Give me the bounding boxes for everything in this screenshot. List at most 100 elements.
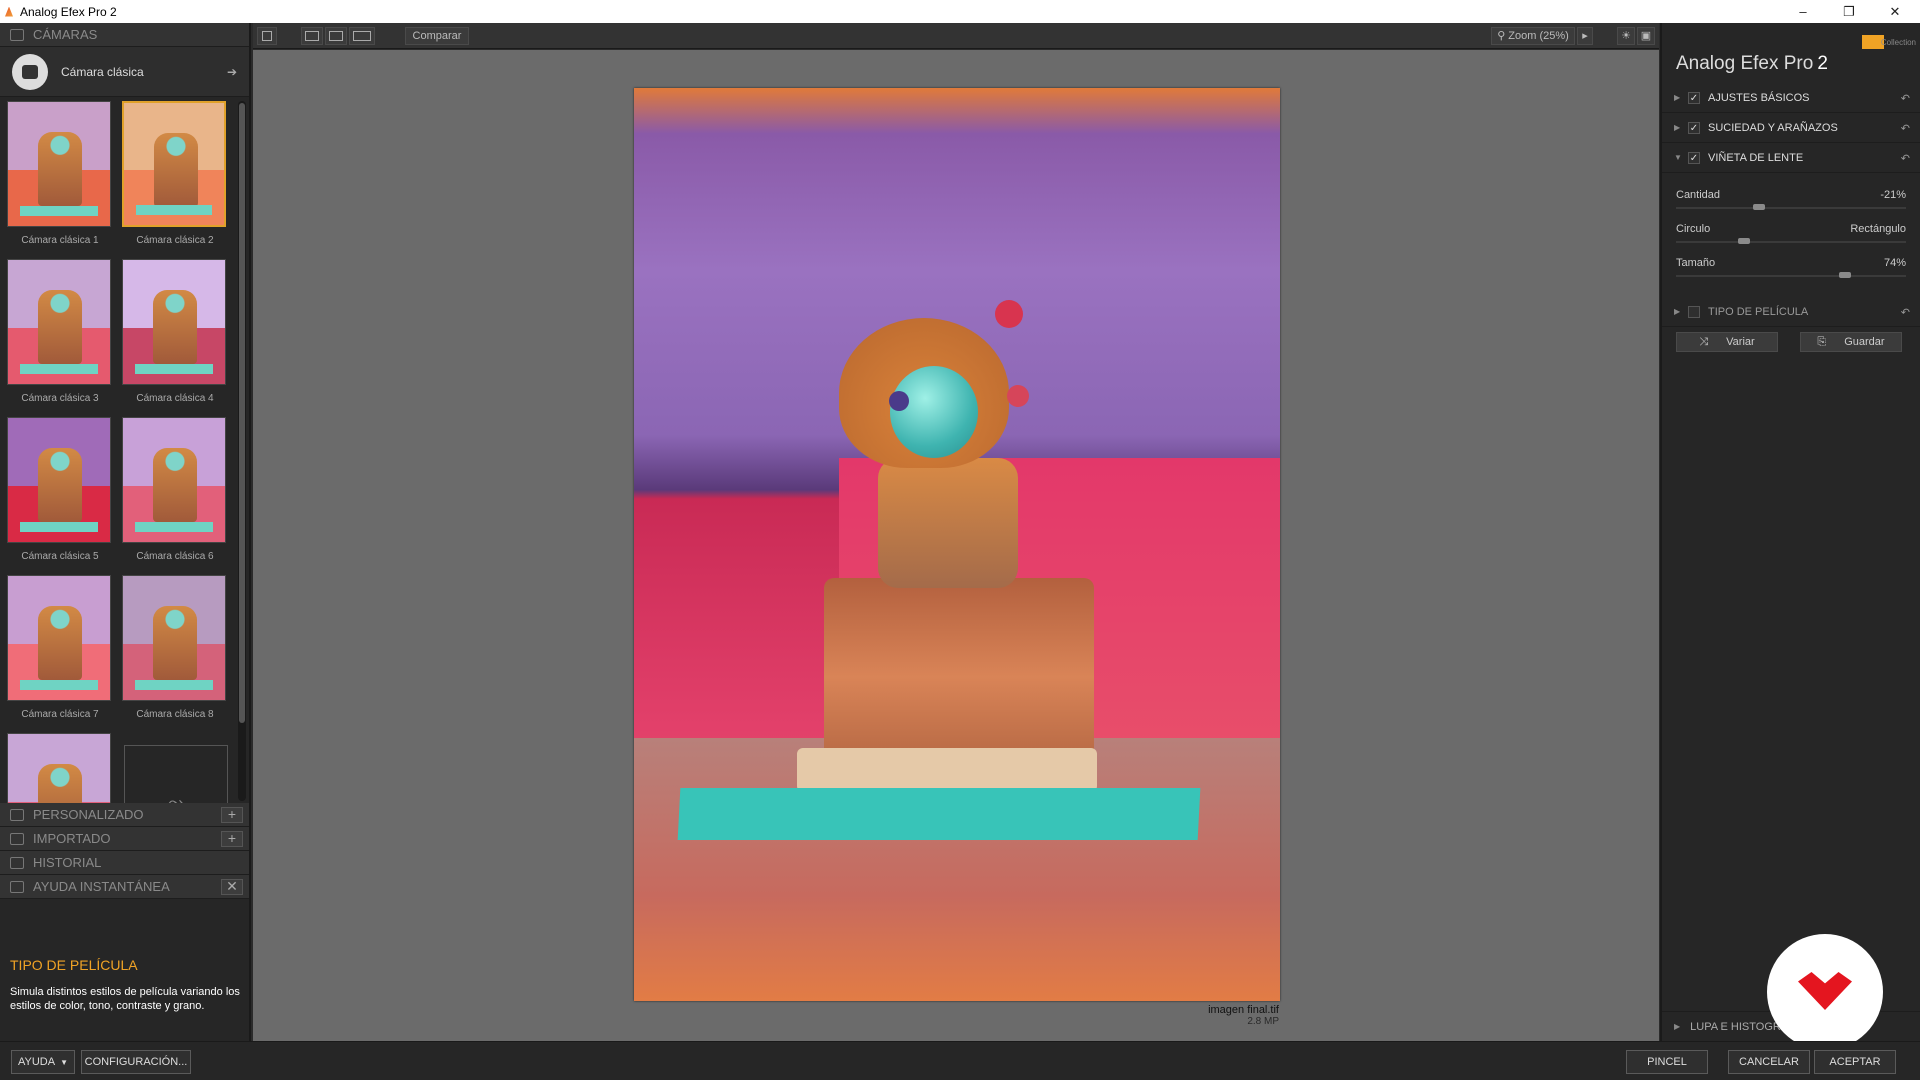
compare-button[interactable]: Comparar bbox=[405, 26, 469, 45]
preset-item[interactable]: Cámara clásica 7 bbox=[7, 575, 113, 720]
enable-checkbox[interactable]: ✓ bbox=[1688, 151, 1700, 164]
slider-value: 74% bbox=[1883, 257, 1906, 269]
slider-knob[interactable] bbox=[1838, 272, 1851, 278]
minimize-button[interactable]: – bbox=[1780, 0, 1826, 23]
zoom-arrow-icon[interactable]: ▸ bbox=[1577, 26, 1593, 45]
section-personalizado[interactable]: PERSONALIZADO + bbox=[0, 803, 249, 827]
expand-arrow-icon[interactable]: ▶ bbox=[1674, 307, 1684, 316]
single-view-button[interactable] bbox=[301, 26, 323, 45]
preset-thumbnail[interactable] bbox=[7, 101, 111, 227]
section-vineta[interactable]: ▼ ✓ VIÑETA DE LENTE ↶ bbox=[1662, 143, 1920, 173]
guardar-label: Guardar bbox=[1844, 336, 1885, 348]
aceptar-button[interactable]: ACEPTAR bbox=[1814, 1050, 1896, 1074]
section-ajustes-basicos[interactable]: ▶ ✓ AJUSTES BÁSICOS ↶ bbox=[1662, 83, 1920, 113]
file-size: 2.8 MP bbox=[1247, 1016, 1279, 1027]
reset-icon[interactable]: ↶ bbox=[1901, 92, 1910, 105]
section-label: TIPO DE PELÍCULA bbox=[1708, 305, 1809, 318]
slider-knob[interactable] bbox=[1737, 238, 1750, 244]
reset-icon[interactable]: ↶ bbox=[1901, 152, 1910, 165]
section-label: VIÑETA DE LENTE bbox=[1708, 151, 1804, 164]
watermark-logo bbox=[1767, 934, 1883, 1050]
preset-item[interactable]: Cámara clásica 5 bbox=[7, 417, 113, 562]
bottom-bar: AYUDA ▼ CONFIGURACIÓN... PINCEL CANCELAR… bbox=[0, 1041, 1920, 1080]
preset-thumbnail[interactable] bbox=[122, 101, 226, 227]
variar-button[interactable]: ⤨ Variar bbox=[1676, 332, 1778, 352]
add-importado-button[interactable]: + bbox=[221, 831, 243, 847]
pincel-button[interactable]: PINCEL bbox=[1626, 1050, 1708, 1074]
preset-thumbnail[interactable] bbox=[122, 259, 226, 385]
preset-item[interactable]: Cámara clásica 8 bbox=[122, 575, 228, 720]
reset-icon[interactable]: ↶ bbox=[1901, 306, 1910, 319]
preset-thumbnail[interactable] bbox=[7, 417, 111, 543]
cameras-header-label: CÁMARAS bbox=[33, 27, 98, 42]
section-historial[interactable]: HISTORIAL bbox=[0, 851, 249, 875]
background-toggle-icon[interactable]: ☀ bbox=[1617, 26, 1635, 45]
enable-checkbox[interactable] bbox=[1688, 305, 1700, 318]
section-ayuda[interactable]: AYUDA INSTANTÁNEA ✕ bbox=[0, 875, 249, 899]
camera-selector[interactable]: Cámara clásica ➔ bbox=[0, 47, 249, 97]
section-suciedad[interactable]: ▶ ✓ SUCIEDAD Y ARAÑAZOS ↶ bbox=[1662, 113, 1920, 143]
slider-label: Cantidad bbox=[1676, 189, 1721, 201]
save-icon: ⎘ bbox=[1817, 335, 1827, 348]
arrow-right-icon[interactable]: ➔ bbox=[227, 65, 237, 79]
section-label: SUCIEDAD Y ARAÑAZOS bbox=[1708, 121, 1838, 134]
panel-toggle-button[interactable] bbox=[257, 26, 277, 45]
cameras-header[interactable]: CÁMARAS bbox=[0, 23, 249, 47]
preset-item[interactable]: Cámara clásica 1 bbox=[7, 101, 113, 246]
maximize-button[interactable]: ❐ bbox=[1826, 0, 1872, 23]
fullscreen-icon[interactable]: ▣ bbox=[1637, 26, 1655, 45]
preset-item[interactable]: Cámara clásica 2 bbox=[122, 101, 228, 246]
reset-icon[interactable]: ↶ bbox=[1901, 122, 1910, 135]
slider-track[interactable] bbox=[1676, 207, 1906, 209]
guardar-button[interactable]: ⎘ Guardar bbox=[1800, 332, 1902, 352]
add-preset-slot[interactable]: ⤳ bbox=[124, 745, 228, 803]
section-tipo-pelicula[interactable]: ▶ TIPO DE PELÍCULA ↶ bbox=[1662, 297, 1920, 327]
section-importado[interactable]: IMPORTADO + bbox=[0, 827, 249, 851]
top-toolbar: Comparar ⚲ Zoom (25%) ▸ ☀ ▣ bbox=[253, 23, 1659, 49]
help-icon bbox=[10, 880, 24, 893]
preview-image[interactable] bbox=[634, 88, 1280, 1001]
preset-thumbnail[interactable] bbox=[7, 733, 111, 803]
dropdown-arrow-icon: ▼ bbox=[60, 1057, 68, 1067]
image-canvas[interactable]: imagen final.tif 2.8 MP bbox=[253, 50, 1659, 1041]
shuffle-icon: ⤨ bbox=[1699, 335, 1709, 348]
preset-item[interactable]: Cámara clásica 3 bbox=[7, 259, 113, 404]
preset-thumbnail[interactable] bbox=[122, 417, 226, 543]
camera-icon bbox=[10, 28, 24, 41]
help-title: TIPO DE PELÍCULA bbox=[10, 957, 138, 973]
preset-scrollbar[interactable] bbox=[238, 101, 246, 801]
title-bar: Analog Efex Pro 2 – ❐ ✕ bbox=[0, 0, 1920, 23]
preset-thumbnail[interactable] bbox=[7, 575, 111, 701]
camera-name: Cámara clásica bbox=[61, 64, 144, 79]
custom-icon bbox=[10, 808, 24, 821]
right-panel: Collection Analog Efex Pro 2 ▶ ✓ AJUSTES … bbox=[1660, 23, 1920, 1041]
slider-track[interactable] bbox=[1676, 241, 1906, 243]
close-button[interactable]: ✕ bbox=[1872, 0, 1918, 23]
slider-track[interactable] bbox=[1676, 275, 1906, 277]
preset-thumbnail[interactable] bbox=[122, 575, 226, 701]
file-name: imagen final.tif bbox=[1208, 1004, 1279, 1016]
preset-item[interactable]: Cámara clásica 6 bbox=[122, 417, 228, 562]
slider-knob[interactable] bbox=[1753, 204, 1765, 210]
add-personalizado-button[interactable]: + bbox=[221, 807, 243, 823]
configuracion-button[interactable]: CONFIGURACIÓN... bbox=[81, 1050, 191, 1074]
preset-thumbnail[interactable] bbox=[7, 259, 111, 385]
enable-checkbox[interactable]: ✓ bbox=[1688, 121, 1700, 134]
camera-body-icon bbox=[12, 53, 48, 90]
split-view-button[interactable] bbox=[325, 26, 347, 45]
variar-label: Variar bbox=[1726, 336, 1755, 348]
collapse-arrow-icon[interactable]: ▼ bbox=[1674, 153, 1684, 162]
ayuda-button[interactable]: AYUDA ▼ bbox=[11, 1050, 75, 1074]
enable-checkbox[interactable]: ✓ bbox=[1688, 91, 1700, 104]
preset-item-partial[interactable] bbox=[7, 733, 113, 803]
expand-arrow-icon[interactable]: ▶ bbox=[1674, 1022, 1680, 1031]
close-help-button[interactable]: ✕ bbox=[221, 879, 243, 895]
slider-cantidad: Cantidad -21% bbox=[1662, 183, 1920, 217]
history-icon bbox=[10, 856, 24, 869]
side-by-side-view-button[interactable] bbox=[349, 26, 375, 45]
expand-arrow-icon[interactable]: ▶ bbox=[1674, 123, 1684, 132]
zoom-control[interactable]: ⚲ Zoom (25%) bbox=[1491, 26, 1575, 45]
cancelar-button[interactable]: CANCELAR bbox=[1728, 1050, 1810, 1074]
preset-item[interactable]: Cámara clásica 4 bbox=[122, 259, 228, 404]
expand-arrow-icon[interactable]: ▶ bbox=[1674, 93, 1684, 102]
